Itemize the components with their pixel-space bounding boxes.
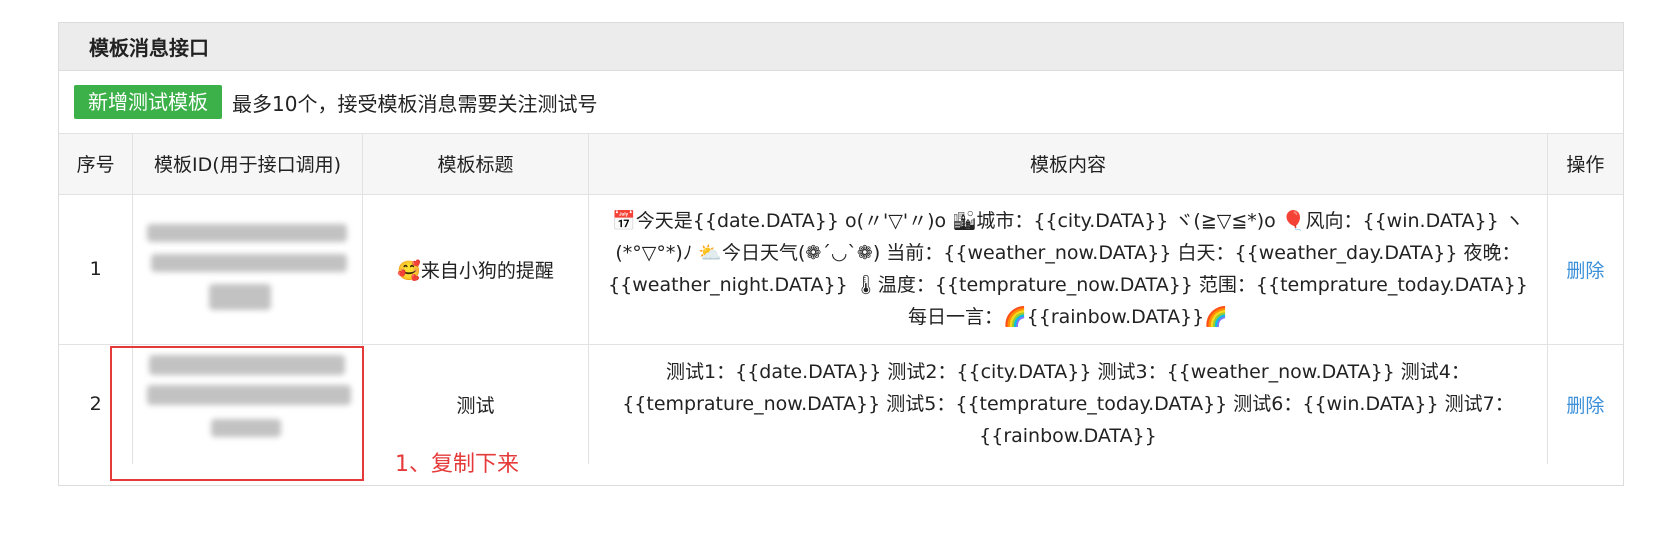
header-template-id: 模板ID(用于接口调用) — [132, 134, 363, 195]
template-content: 测试1：{{date.DATA}} 测试2：{{city.DATA}} 测试3：… — [588, 344, 1548, 464]
template-title: 🥰来自小狗的提醒 — [362, 194, 590, 345]
table-header-row: 序号 模板ID(用于接口调用) 模板标题 模板内容 操作 — [59, 134, 1623, 195]
annotation-label: 1、复制下来 — [395, 452, 519, 477]
annotation-highlight-box — [110, 346, 364, 481]
template-content: 📅今天是{{date.DATA}} o(〃'▽'〃)o 🏙城市：{{city.D… — [588, 194, 1548, 345]
action-cell: 删除 — [1547, 194, 1623, 345]
delete-link[interactable]: 删除 — [1566, 395, 1604, 417]
header-template-title: 模板标题 — [362, 134, 590, 195]
toolbar-note: 最多10个，接受模板消息需要关注测试号 — [232, 91, 598, 116]
template-id-cell[interactable] — [132, 194, 363, 345]
delete-link[interactable]: 删除 — [1566, 260, 1604, 282]
header-index: 序号 — [59, 134, 134, 195]
action-cell: 删除 — [1547, 344, 1623, 464]
toolbar: 新增测试模板 最多10个，接受模板消息需要关注测试号 — [59, 71, 1623, 134]
add-test-template-button[interactable]: 新增测试模板 — [74, 85, 222, 119]
table-row: 1 🥰来自小狗的提醒 📅今天是{{date.DATA}} o(〃'▽'〃)o 🏙… — [59, 194, 1623, 345]
header-template-content: 模板内容 — [588, 134, 1548, 195]
redacted-template-id — [143, 214, 353, 319]
panel-title: 模板消息接口 — [59, 23, 1623, 71]
row-index: 1 — [59, 194, 134, 345]
header-action: 操作 — [1547, 134, 1623, 195]
